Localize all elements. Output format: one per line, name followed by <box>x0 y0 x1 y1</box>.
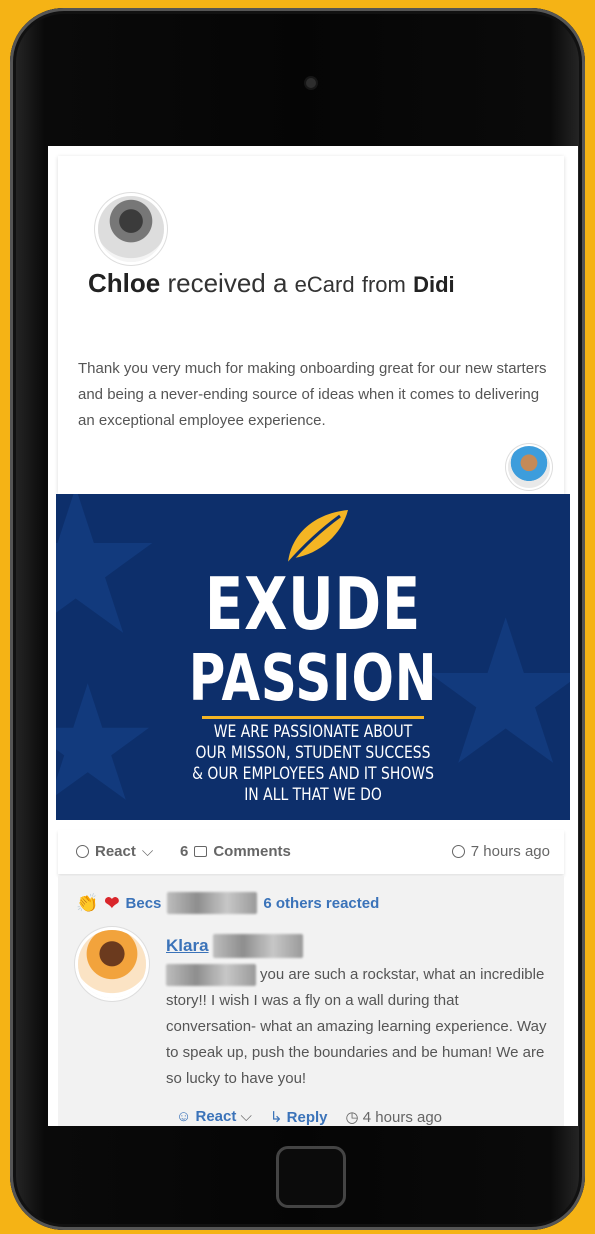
phone-frame: Chloe received a eCard from Didi Thank y… <box>10 8 585 1230</box>
comment-text: you are such a rockstar, what an incredi… <box>166 962 551 1092</box>
banner-subtitle-line: & OUR EMPLOYEES AND IT SHOWS <box>192 764 434 784</box>
post-headline: Chloe received a eCard from Didi <box>88 268 455 299</box>
comments-label: Comments <box>213 843 291 860</box>
redacted-name <box>212 934 303 958</box>
ecard-post: Chloe received a eCard from Didi Thank y… <box>58 156 564 494</box>
reactor-name: Becs <box>125 894 162 912</box>
clap-icon: 👏 <box>76 892 99 913</box>
reply-button[interactable]: ↳ Reply <box>270 1108 328 1126</box>
react-label: React <box>95 843 136 860</box>
comment-actions: ☺ React ⌵ ↳ Reply ◷ 4 hours ago <box>176 1108 442 1126</box>
sender-avatar[interactable] <box>508 446 550 488</box>
leaf-icon <box>286 510 348 565</box>
post-time: 7 hours ago <box>470 843 550 860</box>
smiley-icon <box>76 845 89 858</box>
commenter-avatar[interactable] <box>78 930 146 998</box>
comment-icon <box>194 846 208 857</box>
comment-react-label: React <box>195 1108 237 1125</box>
recipient-name[interactable]: Chloe <box>88 268 160 298</box>
recipient-avatar[interactable] <box>98 196 164 262</box>
post-timestamp: 7 hours ago <box>451 843 550 860</box>
post-action-bar: React ⌵ 6 Comments 7 hours ago <box>58 830 564 874</box>
home-button[interactable] <box>276 1146 346 1208</box>
clock-icon <box>451 845 465 858</box>
banner-divider <box>202 716 424 719</box>
others-reacted: 6 others reacted <box>263 894 380 912</box>
comment-react-button[interactable]: ☺ React ⌵ <box>176 1108 252 1126</box>
redacted-mention <box>166 964 256 987</box>
comment-timestamp: ◷ 4 hours ago <box>346 1108 443 1126</box>
banner-subtitle-line: IN ALL THAT WE DO <box>244 785 382 805</box>
sender-name[interactable]: Didi <box>413 272 455 297</box>
reply-arrow-icon: ↳ <box>269 1109 283 1126</box>
comments-section: 👏 ❤ Becs 6 others reacted Klara you are … <box>58 876 564 1126</box>
chevron-down-icon: ⌵ <box>141 843 154 860</box>
react-button[interactable]: React ⌵ <box>76 843 153 860</box>
commenter-name[interactable]: Klara <box>166 934 303 958</box>
banner-subtitle: WE ARE PASSIONATE ABOUT OUR MISSON, STUD… <box>102 722 523 806</box>
from-text: from <box>361 272 406 297</box>
reactions-summary[interactable]: 👏 ❤ Becs 6 others reacted <box>76 892 379 914</box>
banner-subtitle-line: OUR MISSON, STUDENT SUCCESS <box>195 743 431 763</box>
front-camera <box>306 78 316 88</box>
comments-count: 6 <box>180 843 189 860</box>
clock-icon: ◷ <box>345 1109 359 1126</box>
reply-label: Reply <box>286 1109 328 1126</box>
verb-text: received a <box>167 268 288 298</box>
banner-title-line1: EXUDE <box>204 562 422 646</box>
banner-subtitle-line: WE ARE PASSIONATE ABOUT <box>213 722 413 742</box>
ecard-message: Thank you very much for making onboardin… <box>78 360 547 429</box>
banner-title-line2: PASSION <box>188 642 438 716</box>
item-text: eCard <box>294 272 355 297</box>
comments-button[interactable]: 6 Comments <box>180 843 291 860</box>
commenter-first-name[interactable]: Klara <box>166 936 209 956</box>
screen: Chloe received a eCard from Didi Thank y… <box>48 146 578 1126</box>
comment-time: 4 hours ago <box>362 1109 443 1126</box>
redacted-name <box>167 892 258 914</box>
ecard-banner-image: ★ ★ ★ EXUDE PASSION WE ARE PASSIONATE AB… <box>56 494 570 820</box>
heart-icon: ❤ <box>104 892 120 913</box>
